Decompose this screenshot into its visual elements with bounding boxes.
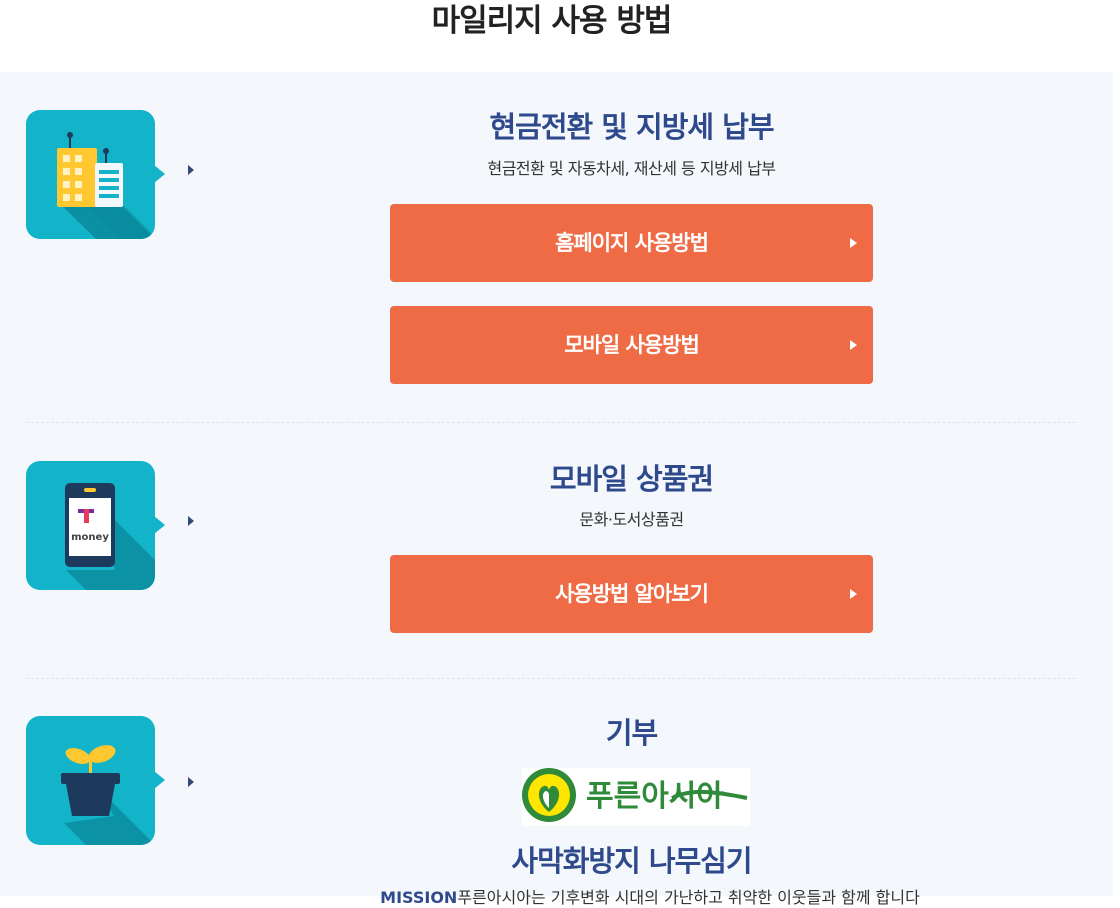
section-subtitle-voucher: 문화·도서상품권 bbox=[579, 510, 684, 529]
mobile-guide-button[interactable]: 모바일 사용방법 bbox=[390, 306, 873, 384]
mobile-guide-label: 모바일 사용방법 bbox=[564, 333, 700, 357]
arrow-right-icon bbox=[188, 516, 194, 526]
speech-tail bbox=[154, 165, 165, 183]
section-title-donation: 기부 bbox=[605, 716, 658, 750]
chevron-right-icon bbox=[850, 340, 857, 350]
chevron-right-icon bbox=[850, 589, 857, 599]
section-title-voucher: 모바일 상품권 bbox=[549, 462, 714, 496]
scrollbar[interactable] bbox=[1113, 0, 1120, 896]
homepage-guide-button[interactable]: 홈페이지 사용방법 bbox=[390, 204, 873, 282]
mission-statement: MISSION푸른아시아는 기후변화 시대의 가난하고 취약한 이웃들과 함께 … bbox=[300, 884, 1000, 908]
section-title-cash: 현금전환 및 지방세 납부 bbox=[489, 110, 774, 144]
green-asia-logo: 푸른아시아 bbox=[522, 768, 750, 826]
speech-tail bbox=[154, 516, 165, 534]
plant-pot-icon bbox=[26, 716, 155, 845]
section-divider bbox=[26, 678, 1076, 679]
section-divider bbox=[26, 422, 1076, 423]
arrow-right-icon bbox=[188, 165, 194, 175]
building-icon bbox=[26, 110, 155, 239]
chevron-right-icon bbox=[850, 238, 857, 248]
section-subtitle-cash: 현금전환 및 자동차세, 재산세 등 지방세 납부 bbox=[487, 159, 776, 178]
tmoney-phone-icon: money bbox=[26, 461, 155, 590]
page-title: 마일리지 사용 방법 bbox=[431, 3, 673, 39]
tmoney-logo-text: money bbox=[71, 532, 109, 543]
homepage-guide-label: 홈페이지 사용방법 bbox=[555, 231, 709, 255]
speech-tail bbox=[154, 771, 165, 789]
voucher-guide-button[interactable]: 사용방법 알아보기 bbox=[390, 555, 873, 633]
section-subtitle-tree: 사막화방지 나무심기 bbox=[511, 844, 752, 878]
mission-label: MISSION bbox=[380, 888, 458, 907]
arrow-right-icon bbox=[188, 777, 194, 787]
voucher-guide-label: 사용방법 알아보기 bbox=[555, 582, 709, 606]
mission-text: 푸른아시아는 기후변화 시대의 가난하고 취약한 이웃들과 함께 합니다 bbox=[457, 888, 920, 907]
logo-text: 푸른아시아 bbox=[586, 779, 724, 814]
